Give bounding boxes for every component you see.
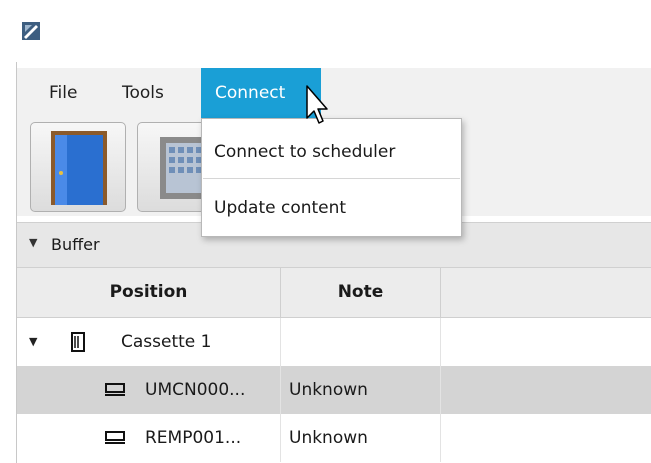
- expand-arrow-icon[interactable]: ▼: [29, 318, 37, 366]
- table-row[interactable]: ▼ Cassette 1: [17, 318, 651, 366]
- empty-cell: [441, 366, 651, 414]
- position-label: UMCN000...: [145, 380, 246, 400]
- menu-tools[interactable]: Tools: [108, 68, 178, 118]
- menu-connect[interactable]: Connect: [201, 68, 321, 118]
- note-cell: [281, 318, 441, 366]
- slot-icon: [105, 383, 125, 396]
- note-cell: Unknown: [281, 414, 441, 462]
- table-row[interactable]: REMP001... Unknown: [17, 414, 651, 462]
- menu-separator: [203, 178, 460, 179]
- buffer-panel-title: Buffer: [51, 235, 100, 254]
- position-label: REMP001...: [145, 428, 242, 448]
- menu-item-update-content[interactable]: Update content: [202, 180, 461, 236]
- position-cell: ▼ Cassette 1: [17, 318, 281, 366]
- exit-button[interactable]: [30, 122, 126, 212]
- menu-file[interactable]: File: [35, 68, 91, 118]
- empty-cell: [441, 318, 651, 366]
- note-cell: Unknown: [281, 366, 441, 414]
- column-position-header[interactable]: Position: [17, 268, 281, 317]
- title-bar: [0, 0, 651, 62]
- cassette-icon: [71, 332, 85, 352]
- buffer-table: Position Note ▼ Cassette 1 UMCN000... Un…: [17, 268, 651, 462]
- app-logo-icon: [22, 22, 40, 40]
- position-label: Cassette 1: [121, 332, 212, 352]
- column-note-header[interactable]: Note: [281, 268, 441, 317]
- position-cell: REMP001...: [17, 414, 281, 462]
- slot-icon: [105, 431, 125, 444]
- position-cell: UMCN000...: [17, 366, 281, 414]
- empty-cell: [441, 414, 651, 462]
- mouse-cursor-icon: [306, 85, 328, 124]
- table-header: Position Note: [17, 268, 651, 318]
- menu-item-connect-to-scheduler[interactable]: Connect to scheduler: [202, 124, 461, 180]
- connect-dropdown-menu: Connect to scheduler Update content: [201, 118, 462, 237]
- table-row[interactable]: UMCN000... Unknown: [17, 366, 651, 414]
- door-icon: [51, 131, 107, 205]
- collapse-arrow-icon[interactable]: ▼: [29, 236, 37, 249]
